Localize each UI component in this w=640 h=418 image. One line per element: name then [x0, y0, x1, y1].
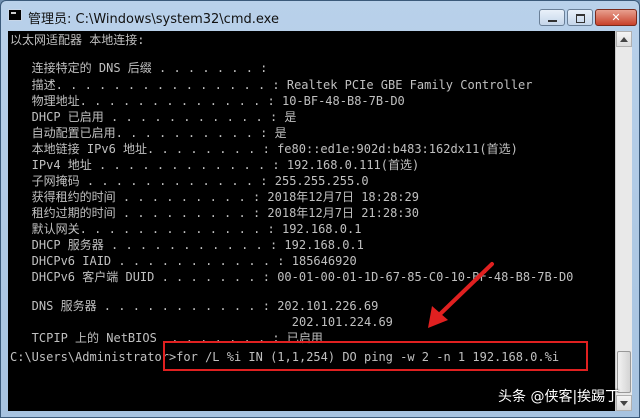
console-line: 获得租约的时间 . . . . . . . . . : 2018年12月7日 1… [10, 190, 419, 204]
console-line: 子网掩码 . . . . . . . . . . . . : 255.255.2… [10, 174, 369, 188]
title-bar[interactable]: 管理员: C:\Windows\system32\cmd.exe [1, 1, 639, 31]
console-line: DHCPv6 客户端 DUID . . . . . . . : 00-01-00… [10, 270, 574, 284]
console-line: DHCP 已启用 . . . . . . . . . . . : 是 [10, 110, 297, 124]
console-line: DHCP 服务器 . . . . . . . . . . . : 192.168… [10, 238, 364, 252]
console-line: TCPIP 上的 NetBIOS . . . . . . . : 已启用 [10, 331, 323, 345]
console-line: 以太网适配器 本地连接: [10, 33, 145, 47]
console-line: 物理地址. . . . . . . . . . . . . : 10-BF-48… [10, 94, 405, 108]
close-button[interactable] [595, 9, 637, 26]
console-line: IPv4 地址 . . . . . . . . . . . . : 192.16… [10, 158, 420, 172]
window-title: 管理员: C:\Windows\system32\cmd.exe [28, 12, 279, 27]
console-line: DHCPv6 IAID . . . . . . . . . . . : 1856… [10, 254, 357, 268]
scroll-up-icon[interactable] [616, 31, 632, 47]
cmd-app-icon [8, 9, 22, 21]
console-line: 本地链接 IPv6 地址. . . . . . . . : fe80::ed1e… [10, 142, 518, 156]
console-line: 描述. . . . . . . . . . . . . . . : Realte… [10, 78, 533, 92]
console-line: 202.101.224.69 [10, 315, 393, 329]
command-prompt-line[interactable]: C:\Users\Administrator>for /L %i IN (1,1… [10, 350, 559, 364]
watermark: 头条 @侠客|挨踢丁 [498, 389, 620, 405]
console-line: 自动配置已启用. . . . . . . . . . : 是 [10, 126, 287, 140]
console-output[interactable]: 以太网适配器 本地连接: 连接特定的 DNS 后缀 . . . . . . . … [8, 31, 615, 411]
console-line: 连接特定的 DNS 后缀 . . . . . . . : [10, 61, 268, 75]
console-line: 租约过期的时间 . . . . . . . . . : 2018年12月7日 2… [10, 206, 419, 220]
cmd-window: 管理员: C:\Windows\system32\cmd.exe 以太网适配器 … [0, 0, 640, 418]
console-line: DNS 服务器 . . . . . . . . . . . : 202.101.… [10, 299, 379, 313]
vertical-scrollbar[interactable] [615, 31, 632, 411]
console-line: 默认网关. . . . . . . . . . . . . : 192.168.… [10, 222, 362, 236]
maximize-button[interactable] [567, 9, 593, 26]
minimize-button[interactable] [539, 9, 565, 26]
